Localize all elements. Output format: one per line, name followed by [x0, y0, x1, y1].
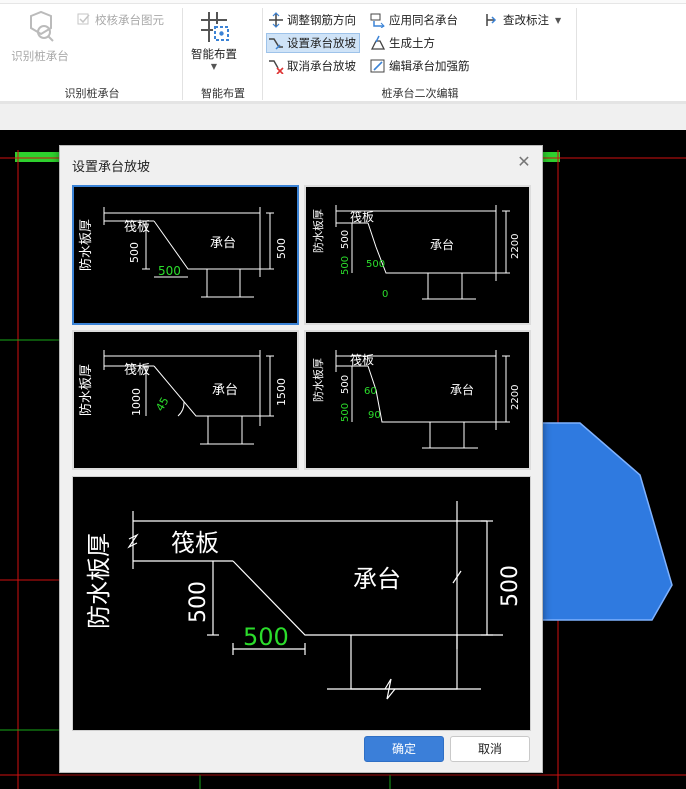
apply-same-name-label: 应用同名承台 [389, 13, 458, 27]
generate-earthwork-button[interactable]: 生成土方 [370, 33, 435, 53]
slope-shape [541, 422, 673, 621]
raft-label: 筏板 [124, 219, 150, 235]
adjust-rebar-direction-button[interactable]: 调整钢筋方向 [268, 10, 356, 30]
depth-label: 500 [340, 375, 351, 394]
group-label-smart: 智能布置 [201, 87, 245, 100]
cancel-slope-icon [268, 58, 284, 75]
edit-reinforce-label: 编辑承台加强筋 [389, 59, 470, 73]
earthwork-icon [370, 35, 386, 51]
set-cap-slope-button[interactable]: 设置承台放坡 [266, 33, 360, 53]
slope-option-4[interactable]: 防水板厚 筏板 承台 500 500 60 90 2200 [304, 330, 531, 470]
slope-preview: 防水板厚 筏板 承台 500 500 500 [72, 476, 531, 731]
apply-same-name-button[interactable]: 应用同名承台 [370, 10, 458, 30]
set-cap-slope-dialog: 设置承台放坡 ✕ 防水板厚 筏板 承台 500 500 500 防水板厚 筏板 … [59, 145, 543, 773]
slope-icon [268, 35, 284, 51]
cancel-cap-slope-label: 取消承台放坡 [287, 59, 356, 73]
angle-60-label: 60 [364, 386, 377, 397]
step-width-label: 500 [366, 259, 385, 270]
group-separator [182, 8, 183, 100]
group-label-identify: 识别桩承台 [64, 87, 120, 100]
zero-label: 0 [382, 289, 388, 300]
group-separator [576, 8, 577, 100]
group-label-edit: 桩承台二次编辑 [381, 87, 459, 100]
height-label: 1500 [275, 378, 288, 406]
cap-label: 承台 [212, 383, 238, 398]
height-label: 500 [498, 565, 523, 607]
identify-pile-cap-button[interactable]: 识别桩承台 [6, 10, 74, 64]
step-height-label: 500 [340, 256, 351, 275]
identify-cap-icon [30, 10, 54, 42]
raft-label: 筏板 [171, 529, 219, 557]
slope-option-3[interactable]: 防水板厚 筏板 承台 1000 45 1500 [72, 330, 299, 470]
raft-label: 筏板 [124, 362, 150, 378]
slope-option-2[interactable]: 防水板厚 筏板 承台 500 500 500 0 2200 [304, 185, 531, 325]
depth-label: 500 [186, 581, 211, 623]
depth-label: 500 [340, 230, 351, 249]
waterproof-label: 防水板厚 [78, 219, 94, 271]
modify-annotation-button[interactable]: 查改标注 ▼ [484, 10, 561, 30]
depth-label: 500 [128, 242, 141, 263]
slope-option-1[interactable]: 防水板厚 筏板 承台 500 500 500 [72, 185, 299, 325]
check-cap-label: 校核承台图元 [95, 13, 164, 27]
angle-90-label: 90 [368, 410, 381, 421]
cap-label: 承台 [450, 382, 474, 397]
waterproof-label: 防水板厚 [311, 209, 325, 253]
dialog-title: 设置承台放坡 [72, 160, 151, 175]
ok-button[interactable]: 确定 [364, 736, 444, 762]
group-separator [262, 8, 263, 100]
annotation-icon [484, 12, 500, 28]
width-label: 500 [158, 264, 181, 278]
cap-label: 承台 [353, 565, 401, 593]
ribbon-toolbar: 识别桩承台 校核承台图元 识别桩承台 智能布置 ▼ 智能布置 调整钢筋方向 应用… [0, 0, 686, 104]
check-cap-button[interactable]: 校核承台图元 [76, 10, 164, 30]
close-icon[interactable]: ✕ [516, 154, 532, 170]
height-label: 2200 [510, 234, 521, 259]
cancel-button[interactable]: 取消 [450, 736, 530, 762]
smart-layout-label: 智能布置 [191, 47, 237, 61]
smart-layout-button[interactable]: 智能布置 ▼ [186, 10, 242, 71]
height-label: 500 [275, 238, 288, 259]
angle-label: 45 [153, 395, 171, 414]
waterproof-label: 防水板厚 [78, 364, 94, 416]
rebar-direction-icon [268, 12, 284, 28]
depth-label: 1000 [130, 388, 143, 416]
adjust-rebar-label: 调整钢筋方向 [287, 13, 356, 27]
cancel-cap-slope-button[interactable]: 取消承台放坡 [268, 56, 356, 76]
generate-earthwork-label: 生成土方 [389, 36, 435, 50]
width-label: 500 [243, 623, 289, 651]
edit-reinforce-button[interactable]: 编辑承台加强筋 [370, 56, 470, 76]
identify-pile-cap-label: 识别桩承台 [11, 49, 69, 63]
ribbon-top-border [0, 0, 686, 4]
toolbar-gap [0, 104, 686, 130]
cap-label: 承台 [430, 237, 454, 252]
edit-reinforce-icon [370, 58, 386, 74]
cap-label: 承台 [210, 236, 236, 251]
raft-label: 筏板 [350, 210, 374, 224]
chevron-down-icon: ▼ [210, 62, 218, 71]
step-height-label: 500 [340, 403, 351, 422]
chevron-down-icon: ▼ [555, 15, 562, 25]
height-label: 2200 [510, 385, 521, 410]
waterproof-label: 防水板厚 [85, 533, 113, 629]
apply-same-name-icon [370, 12, 386, 29]
waterproof-label: 防水板厚 [311, 358, 325, 402]
set-cap-slope-label: 设置承台放坡 [287, 36, 356, 50]
raft-label: 筏板 [350, 353, 374, 367]
modify-annotation-label: 查改标注 [503, 13, 549, 27]
smart-layout-icon [201, 12, 229, 42]
check-icon [76, 12, 92, 28]
